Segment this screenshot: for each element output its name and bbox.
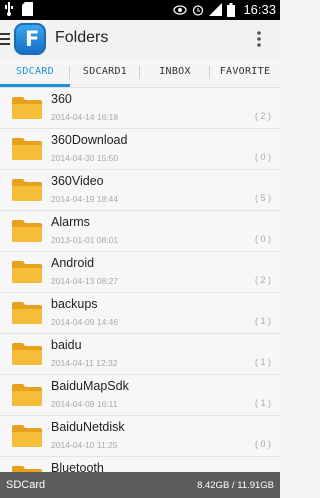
folder-icon — [12, 220, 42, 242]
folder-name: backups — [51, 297, 98, 311]
list-item[interactable]: baidu 2014-04-11 12:32 ( 1 ) — [0, 334, 280, 375]
folder-list[interactable]: 360 2014-04-14 16:18 ( 2 ) 360Download 2… — [0, 88, 280, 472]
list-item[interactable]: 360 2014-04-14 16:18 ( 2 ) — [0, 88, 280, 129]
storage-size: 8.42GB / 11.91GB — [197, 480, 274, 491]
folder-icon — [12, 138, 42, 160]
folder-item-count: ( 1 ) — [254, 357, 271, 367]
list-item[interactable]: Bluetooth — [0, 457, 280, 472]
folder-icon — [12, 343, 42, 365]
folder-item-count: ( 1 ) — [254, 398, 271, 408]
folder-icon — [12, 466, 42, 472]
folder-name: 360Video — [51, 174, 104, 188]
folder-name: baidu — [51, 338, 82, 352]
battery-icon — [227, 2, 236, 17]
folder-name: 360 — [51, 92, 72, 106]
list-item[interactable]: Android 2014-04-13 08:27 ( 2 ) — [0, 252, 280, 293]
folder-item-count: ( 0 ) — [254, 152, 271, 162]
folder-date: 2014-04-10 11:25 — [51, 440, 118, 450]
status-bar: 16:33 — [0, 0, 280, 20]
overflow-menu-icon[interactable] — [257, 29, 261, 49]
status-time: 16:33 — [243, 2, 276, 17]
folder-date: 2014-04-11 12:32 — [51, 358, 118, 368]
folder-name: BaiduMapSdk — [51, 379, 129, 393]
folder-icon — [12, 261, 42, 283]
tab-inbox[interactable]: INBOX — [140, 58, 210, 87]
folder-name: 360Download — [51, 133, 128, 147]
folder-name: Bluetooth — [51, 461, 104, 472]
folder-icon — [12, 384, 42, 406]
folder-icon — [12, 425, 42, 447]
folder-item-count: ( 5 ) — [254, 193, 271, 203]
list-item[interactable]: BaiduMapSdk 2014-04-09 16:11 ( 1 ) — [0, 375, 280, 416]
folder-icon — [12, 302, 42, 324]
list-item[interactable]: BaiduNetdisk 2014-04-10 11:25 ( 0 ) — [0, 416, 280, 457]
list-item[interactable]: backups 2014-04-09 14:46 ( 1 ) — [0, 293, 280, 334]
drawer-menu-icon[interactable] — [0, 30, 12, 48]
page-title: Folders — [55, 29, 109, 46]
folder-date: 2014-04-19 18:44 — [51, 194, 119, 204]
alarm-icon — [193, 4, 204, 16]
eye-icon — [173, 4, 188, 15]
status-left — [4, 2, 33, 19]
folder-name: BaiduNetdisk — [51, 420, 125, 434]
folder-item-count: ( 0 ) — [254, 234, 271, 244]
tab-bar: SDCARD SDCARD1 INBOX FAVORITE — [0, 58, 280, 88]
folder-item-count: ( 2 ) — [254, 275, 271, 285]
folder-date: 2014-04-09 14:46 — [51, 317, 119, 327]
tab-favorite[interactable]: FAVORITE — [210, 58, 280, 87]
folder-date: 2014-04-14 16:18 — [51, 112, 119, 122]
action-bar: F Folders — [0, 20, 280, 58]
folder-name: Android — [51, 256, 95, 270]
sd-card-icon — [21, 2, 33, 16]
folder-icon — [12, 97, 42, 119]
list-item[interactable]: 360Download 2014-04-30 15:50 ( 0 ) — [0, 129, 280, 170]
status-right: 16:33 — [173, 2, 276, 17]
usb-icon — [5, 2, 13, 16]
tab-sdcard1[interactable]: SDCARD1 — [70, 58, 140, 87]
folder-date: 2014-04-13 08:27 — [51, 276, 119, 286]
folder-item-count: ( 1 ) — [254, 316, 271, 326]
signal-icon — [209, 3, 223, 16]
tab-sdcard[interactable]: SDCARD — [0, 58, 70, 87]
folder-icon — [12, 179, 42, 201]
list-item[interactable]: Alarms 2013-01-01 08:01 ( 0 ) — [0, 211, 280, 252]
folder-date: 2014-04-30 15:50 — [51, 153, 119, 163]
folder-item-count: ( 2 ) — [254, 111, 271, 121]
folder-date: 2014-04-09 16:11 — [51, 399, 118, 409]
folder-date: 2013-01-01 08:01 — [51, 235, 119, 245]
folder-item-count: ( 0 ) — [254, 439, 271, 449]
list-item[interactable]: 360Video 2014-04-19 18:44 ( 5 ) — [0, 170, 280, 211]
storage-bar: SDCard 8.42GB / 11.91GB — [0, 472, 280, 498]
app-logo[interactable]: F — [14, 23, 46, 55]
app-logo-letter: F — [25, 27, 40, 51]
storage-label: SDCard — [6, 479, 46, 491]
folder-name: Alarms — [51, 215, 90, 229]
